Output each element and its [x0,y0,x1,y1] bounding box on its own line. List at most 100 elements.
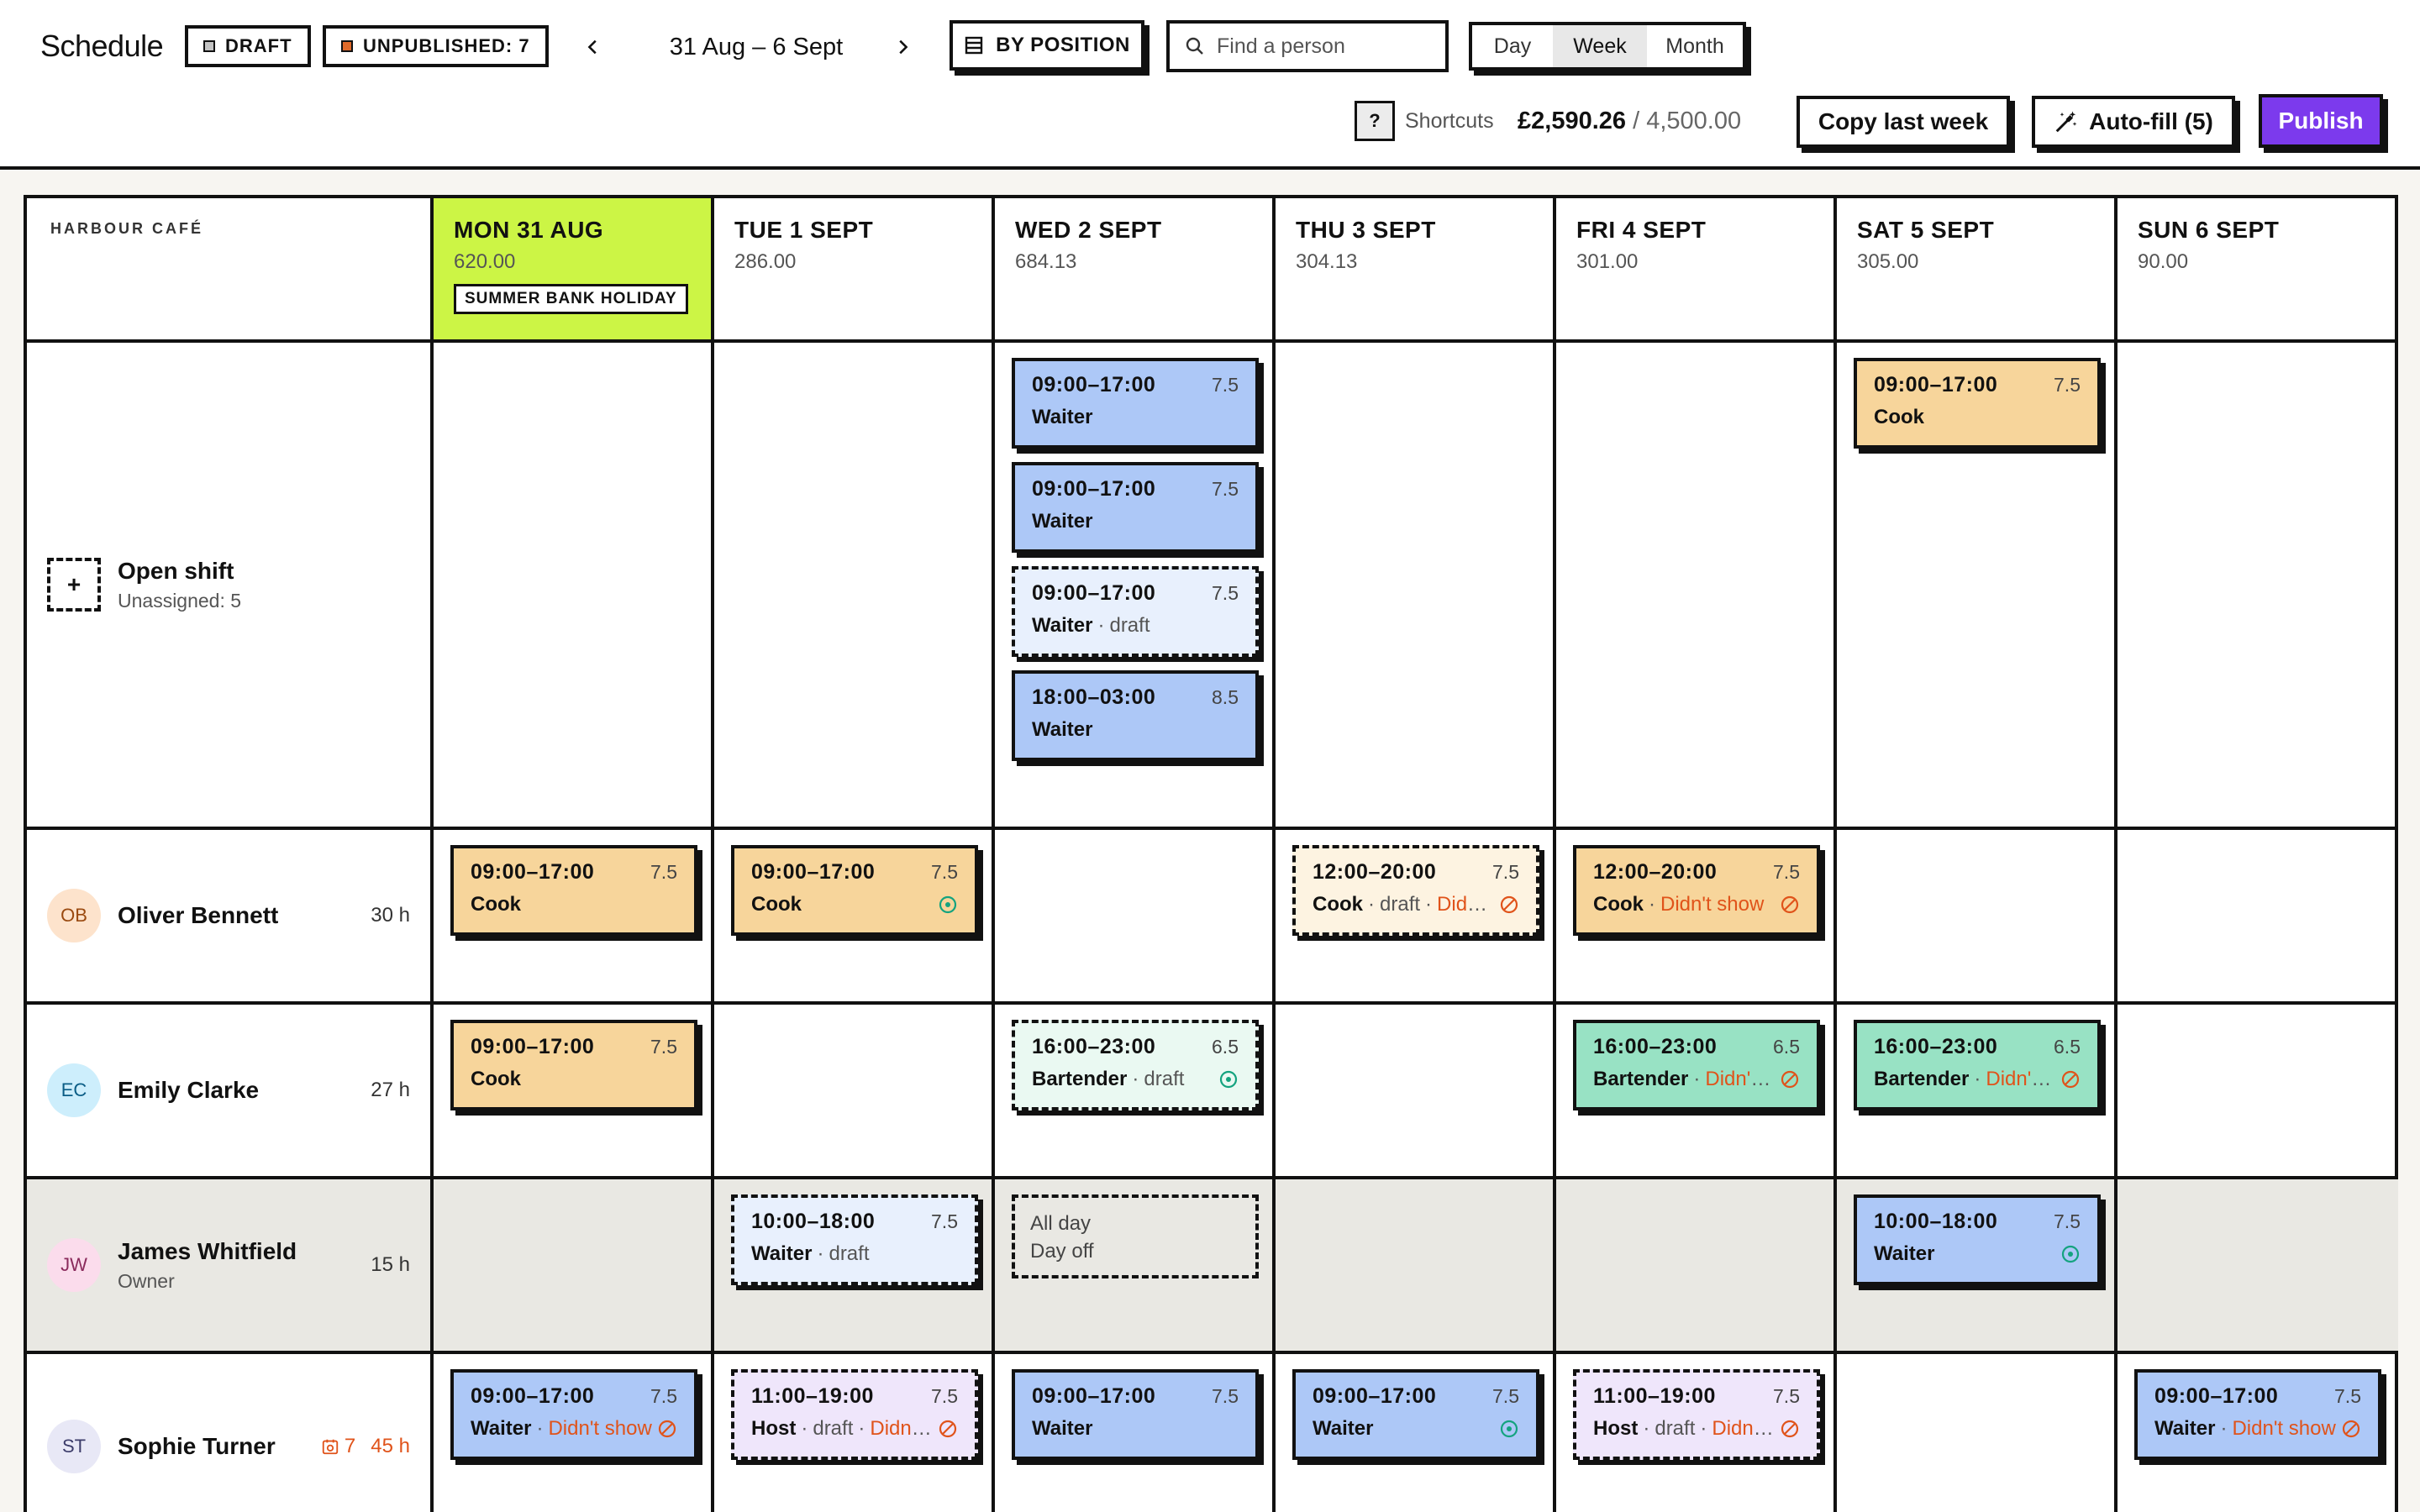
publish-button[interactable]: Publish [2259,94,2383,148]
day-header-1[interactable]: TUE 1 SEPT 286.00 [714,198,995,343]
shift-card[interactable]: 09:00–17:00 7.5 Cook [731,845,978,936]
schedule-cell[interactable] [2118,830,2398,1005]
schedule-cell[interactable]: All day Day off [995,1179,1276,1354]
shift-card[interactable]: 11:00–19:007.5Host·draft·Didn't show [1573,1369,1820,1460]
schedule-cell[interactable] [1837,830,2118,1005]
schedule-cell[interactable] [1276,1005,1556,1179]
person-row-label[interactable]: EC Emily Clarke 27 h [27,1005,434,1179]
view-week-tab[interactable]: Week [1553,25,1647,67]
shift-card[interactable]: 09:00–17:00 7.5 Cook [450,1020,697,1110]
schedule-cell[interactable] [434,343,714,830]
schedule-cell[interactable] [714,343,995,830]
schedule-cell[interactable]: 10:00–18:00 7.5 Waiter [1837,1179,2118,1354]
shift-card[interactable]: 09:00–17:00 7.5 Waiter · Didn't show [2134,1369,2381,1460]
shortcuts-key-icon[interactable]: ? [1355,101,1395,141]
shift-card[interactable]: 09:00–17:00 7.5 Waiter [1012,462,1259,553]
day-header-2[interactable]: WED 2 SEPT 684.13 [995,198,1276,343]
day-header-0[interactable]: MON 31 AUG 620.00 SUMMER BANK HOLIDAY [434,198,714,343]
person-name[interactable]: Sophie Turner [118,1433,321,1460]
shift-card[interactable]: 09:00–17:00 7.5 Cook [450,845,697,936]
schedule-cell[interactable]: 09:00–17:00 7.5 Cook [434,1005,714,1179]
shift-card[interactable]: 09:00–17:00 7.5 Waiter · draft [1012,566,1259,657]
recurring-count[interactable]: 7 [321,1435,355,1458]
next-week-button[interactable] [886,25,919,69]
shift-status: draft [1109,614,1150,637]
group-by-button[interactable]: BY POSITION [950,20,1144,71]
date-range[interactable]: 31 Aug – 6 Sept [639,25,874,69]
day-off-block[interactable]: All day Day off [1012,1194,1259,1278]
schedule-cell[interactable]: 09:00–17:00 7.5 Waiter [995,1354,1276,1512]
schedule-cell[interactable]: 09:00–17:00 7.5 Waiter 09:00–17:00 7.5 Waiter… [995,343,1276,830]
day-cost: 301.00 [1576,250,1639,273]
person-search[interactable]: Find a person [1166,20,1449,72]
person-name[interactable]: Emily Clarke [118,1077,371,1104]
shift-time: 09:00–17:00 [471,1035,595,1058]
schedule-cell[interactable] [434,1179,714,1354]
day-header-6[interactable]: SUN 6 SEPT 90.00 [2118,198,2398,343]
day-header-3[interactable]: THU 3 SEPT 304.13 [1276,198,1556,343]
person-name[interactable]: Oliver Bennett [118,902,371,929]
schedule-cell[interactable] [2118,343,2398,830]
shortcuts-link[interactable]: Shortcuts [1405,101,1494,141]
shift-card[interactable]: 16:00–23:00 6.5 Bartender·Didn't show [1854,1020,2101,1110]
schedule-cell[interactable]: 12:00–20:00 7.5 Cook · Didn't show [1556,830,1837,1005]
copy-last-week-button[interactable]: Copy last week [1797,96,2010,148]
schedule-cell[interactable] [714,1005,995,1179]
schedule-cell[interactable]: 09:00–17:00 7.5 Cook [714,830,995,1005]
schedule-cell[interactable] [995,830,1276,1005]
shift-card[interactable]: 10:00–18:00 7.5 Waiter · draft [731,1194,978,1285]
holiday-badge[interactable]: SUMMER BANK HOLIDAY [454,284,688,314]
view-day-tab[interactable]: Day [1472,25,1553,67]
schedule-cell[interactable] [1837,1354,2118,1512]
schedule-cell[interactable]: 11:00–19:007.5Host·draft·Didn't show [1556,1354,1837,1512]
draft-badge[interactable]: DRAFT [185,25,311,67]
shift-card[interactable]: 12:00–20:00 7.5 Cook · Didn't show [1573,845,1820,936]
view-month-tab[interactable]: Month [1647,25,1743,67]
auto-fill-label: Auto-fill (5) [2089,108,2213,134]
shift-card[interactable]: 09:00–17:00 7.5 Cook [1854,358,2101,449]
day-header-4[interactable]: FRI 4 SEPT 301.00 [1556,198,1837,343]
shift-card[interactable]: 16:00–23:00 6.5 Bartender·Didn't show [1573,1020,1820,1110]
schedule-cell[interactable]: 09:00–17:00 7.5 Waiter [1276,1354,1556,1512]
shift-card[interactable]: 09:00–17:00 7.5 Waiter · Didn't show [450,1369,697,1460]
shift-card[interactable]: 16:00–23:00 6.5 Bartender · draft [1012,1020,1259,1110]
open-shift-row-label[interactable]: + Open shift Unassigned: 5 [27,343,434,830]
search-input[interactable]: Find a person [1217,34,1345,59]
shift-meta: ·draft·Didn't show [796,1417,933,1441]
schedule-cell[interactable] [2118,1005,2398,1179]
person-row-label[interactable]: OB Oliver Bennett 30 h [27,830,434,1005]
unpublished-badge[interactable]: UNPUBLISHED: 7 [323,25,549,67]
person-row-label[interactable]: JW James Whitfield Owner 15 h [27,1179,434,1354]
day-name: TUE 1 SEPT [734,217,874,243]
schedule-cell[interactable]: 09:00–17:00 7.5 Cook [434,830,714,1005]
shift-card[interactable]: 09:00–17:00 7.5 Waiter [1012,358,1259,449]
schedule-cell[interactable] [2118,1179,2398,1354]
auto-fill-button[interactable]: Auto-fill (5) [2032,96,2235,148]
shift-card[interactable]: 10:00–18:00 7.5 Waiter [1854,1194,2101,1285]
person-name[interactable]: James Whitfield [118,1238,371,1265]
schedule-cell[interactable]: 09:00–17:00 7.5 Waiter · Didn't show [434,1354,714,1512]
shift-card[interactable]: 11:00–19:007.5Host·draft·Didn't show [731,1369,978,1460]
schedule-cell[interactable]: 09:00–17:00 7.5 Waiter · Didn't show [2118,1354,2398,1512]
schedule-cell[interactable] [1276,343,1556,830]
schedule-cell[interactable]: 11:00–19:007.5Host·draft·Didn't show [714,1354,995,1512]
schedule-cell[interactable]: 10:00–18:00 7.5 Waiter · draft [714,1179,995,1354]
schedule-cell[interactable]: 09:00–17:00 7.5 Cook [1837,343,2118,830]
person-row-label[interactable]: ST Sophie Turner 7 45 h [27,1354,434,1512]
add-open-shift-icon[interactable]: + [47,558,101,612]
shift-card[interactable]: 09:00–17:00 7.5 Waiter [1012,1369,1259,1460]
schedule-cell[interactable] [1556,343,1837,830]
shift-card[interactable]: 09:00–17:00 7.5 Waiter [1292,1369,1539,1460]
schedule-cell[interactable]: 12:00–20:007.5Cook·draft·Didn't show [1276,830,1556,1005]
schedule-cell[interactable]: 16:00–23:00 6.5 Bartender·Didn't show [1556,1005,1837,1179]
avatar: OB [47,889,101,942]
shift-card[interactable]: 18:00–03:00 8.5 Waiter [1012,670,1259,761]
schedule-cell[interactable]: 16:00–23:00 6.5 Bartender · draft [995,1005,1276,1179]
schedule-cell[interactable] [1276,1179,1556,1354]
shift-card[interactable]: 12:00–20:007.5Cook·draft·Didn't show [1292,845,1539,936]
previous-week-button[interactable] [576,25,610,69]
shift-time: 16:00–23:00 [1593,1035,1718,1058]
day-header-5[interactable]: SAT 5 SEPT 305.00 [1837,198,2118,343]
schedule-cell[interactable] [1556,1179,1837,1354]
schedule-cell[interactable]: 16:00–23:00 6.5 Bartender·Didn't show [1837,1005,2118,1179]
